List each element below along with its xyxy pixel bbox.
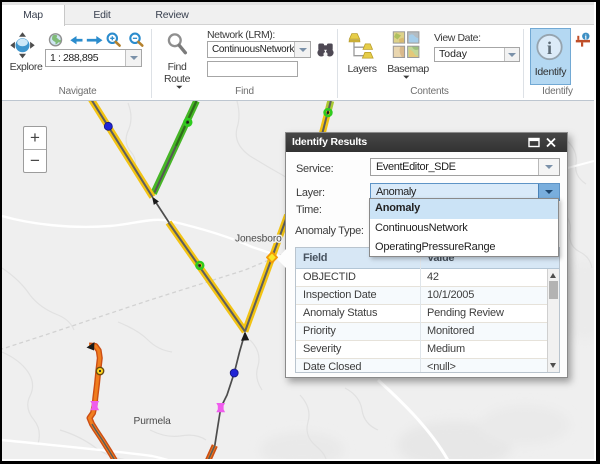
- svg-text:i: i: [585, 32, 587, 41]
- svg-text:Purmela: Purmela: [134, 416, 172, 427]
- svg-text:i: i: [547, 38, 552, 58]
- svg-text:Jonesboro: Jonesboro: [235, 234, 282, 245]
